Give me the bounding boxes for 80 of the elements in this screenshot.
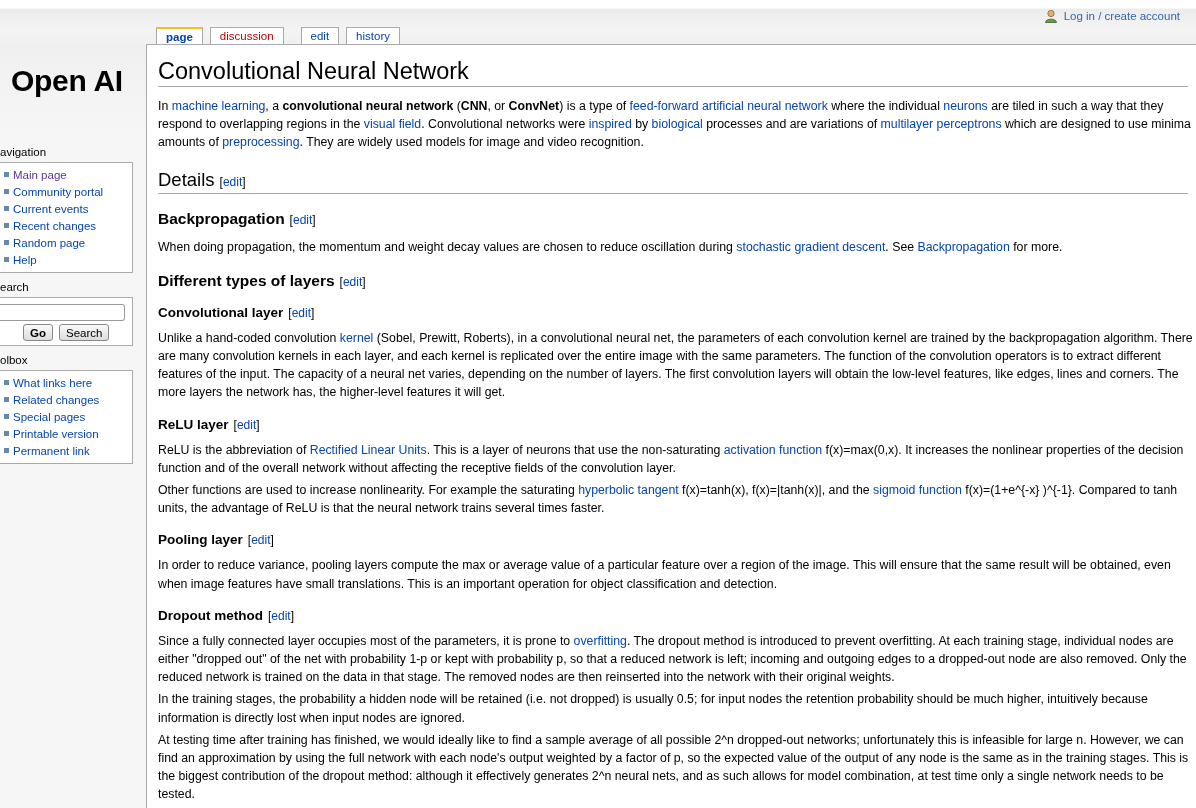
paragraph: At testing time after training has finished, we would ideally like to find a sample average of all possible 2^n dropped-out networks; unfortunately this is infeasible for large n. However, we can find an approximation by using the full network with each node's output weighted by a factor of p, so the expected value of the output of any node is the same as in the training stages. This is the biggest contribution of the dropout method: although it effectively generates 2^n neural nets, and as such allows for model combination, at test time only a single network needs to be tested. [158, 731, 1190, 804]
subsubsection-heading: Pooling layer [158, 532, 243, 548]
page-title: Convolutional Neural Network [158, 57, 1188, 87]
edit-link[interactable]: edit [271, 608, 291, 623]
bullet-icon [4, 257, 9, 262]
page-tab[interactable]: edit [300, 27, 340, 44]
edit-bracket: ] [362, 274, 366, 289]
sidebar-link[interactable]: Random page [13, 236, 86, 249]
edit-bracket: ] [270, 533, 274, 548]
edit-bracket: ] [256, 417, 260, 432]
sidebar-link[interactable]: Printable version [13, 427, 99, 440]
paragraph: In order to reduce variance, pooling layers compute the max or average value of a particular feature over a region of the image. This will ensure that the same result will be obtained, even when image features have small translations. This is an important operation for object classification and detection. [158, 557, 1172, 593]
bullet-icon [4, 448, 9, 453]
section-heading: Details [158, 168, 215, 190]
bullet-icon [4, 172, 9, 177]
login-link[interactable]: Log in / create account [1063, 10, 1180, 22]
sidebar-link[interactable]: Main page [13, 168, 67, 181]
edit-bracket: ] [290, 608, 295, 623]
bullet-icon [4, 240, 9, 245]
subsection-heading: Different types of layers [158, 271, 335, 289]
bullet-icon [4, 397, 9, 402]
edit-bracket: [ [339, 274, 343, 289]
sidebar-link[interactable]: Permanent link [13, 444, 90, 457]
search-button[interactable]: Search [59, 324, 110, 341]
portlet-title: earch [0, 281, 30, 295]
page-tab[interactable]: page [156, 27, 203, 44]
bullet-icon [4, 380, 9, 385]
edit-bracket: [ [233, 417, 237, 432]
paragraph: In the training stages, the probability a hidden node will be retained (i.e. not dropped) is usually 0.5; for input nodes the retention probability should be much higher, intuitively because information is directly lost when input nodes are ignored. [158, 691, 1149, 727]
edit-bracket: ] [311, 305, 315, 320]
subsection-heading: Backpropagation [158, 209, 285, 227]
sidebar-link[interactable]: Recent changes [13, 219, 97, 232]
bullet-icon [4, 206, 9, 211]
article-link[interactable]: biological [651, 117, 703, 132]
go-button[interactable]: Go [23, 324, 53, 341]
edit-bracket: [ [288, 305, 292, 320]
article-link[interactable]: preprocessing [222, 135, 300, 150]
search-field[interactable] [0, 304, 125, 321]
article-link[interactable]: overfitting [573, 633, 627, 648]
subsubsection-heading: ReLU layer [158, 416, 229, 432]
bullet-icon [4, 189, 9, 194]
paragraph: Unlike a hand-coded convolution kernel (Sobel, Prewitt, Roberts), in a convolutional neural net, the parameters of each convolution kernel are trained by the backpropagation algorithm. There are many convolution kernels in each layer, and each kernel is replicated over the entire image with the same parameters. The function of the convolution operators is to extract different features of the input. The capacity of a neural net varies, depending on the number of layers. The first convolution layers will obtain the low-level features, like edges, lines and corners. The more layers the network has, the higher-level features it will get. [158, 329, 1193, 402]
bullet-icon [4, 431, 9, 436]
subsubsection-heading: Dropout method [158, 607, 263, 623]
edit-bracket: [ [247, 533, 252, 548]
bullet-icon [4, 223, 9, 228]
sidebar-link[interactable]: Special pages [13, 410, 86, 423]
article-link[interactable]: neurons [943, 99, 988, 113]
article-link[interactable]: Rectified Linear Units [309, 442, 427, 457]
edit-bracket: [ [268, 608, 272, 623]
page-tab[interactable]: discussion [209, 27, 284, 44]
sidebar-link[interactable]: What links here [13, 376, 93, 389]
paragraph: ReLU is the abbreviation of Rectified Linear Units. This is a layer of neurons that use the non-saturating activation function f(x)=max(0,x). It increases the nonlinear properties of the decision function and of the overall network without affecting the receptive fields of the convolution layer. [158, 441, 1185, 477]
sidebar-link[interactable]: Related changes [13, 393, 100, 406]
edit-bracket: ] [242, 174, 246, 189]
article-link[interactable]: activation function [723, 442, 823, 457]
article-link[interactable]: kernel [339, 330, 374, 345]
edit-bracket: ] [312, 212, 316, 227]
article-link[interactable]: sigmoid function [873, 483, 962, 498]
sidebar-link[interactable]: Community portal [13, 185, 104, 198]
paragraph: In machine learning, a convolutional neural network (CNN, or ConvNet) is a type of feed-forward artificial neural network where the individual neurons are tiled in such a way that they respond to overlapping regions in the visual field. Convolutional networks were inspired by biological processes and are variations of multilayer perceptrons which are designed to use minima amounts of preprocessing. They are widely used models for image and video recognition. [158, 98, 1192, 152]
edit-bracket: [ [289, 212, 293, 227]
site-logo[interactable]: Open AI [11, 64, 146, 138]
edit-bracket: [ [219, 174, 223, 189]
page-tab[interactable]: history [346, 27, 400, 44]
article-link[interactable]: feed-forward artificial neural network [629, 99, 828, 113]
subsubsection-heading: Convolutional layer [158, 304, 284, 320]
article-link[interactable]: inspired [588, 117, 632, 132]
portlet-title: olbox [0, 354, 29, 368]
bullet-icon [4, 414, 9, 419]
portlet-title: avigation [0, 146, 48, 160]
sidebar-link[interactable]: Current events [13, 202, 89, 215]
sidebar-link[interactable]: Help [13, 253, 37, 266]
article-link[interactable]: hyperbolic tangent [578, 483, 679, 498]
paragraph: Other functions are used to increase nonlinearity. For example the saturating hyperbolic tangent f(x)=tanh(x), f(x)=|tanh(x)|, and the sigmoid function f(x)=(1+e^{-x} )^{-1}. Compared to tanh units, the advantage of ReLU is that the neural network trains several times faster. [158, 482, 1179, 518]
paragraph: When doing propagation, the momentum and weight decay values are chosen to reduce oscillation during stochastic gradient descent. See Backpropagation for more. [158, 238, 1064, 256]
user-icon [1043, 9, 1058, 23]
paragraph: Since a fully connected layer occupies most of the parameters, it is prone to overfitting. The dropout method is introduced to prevent overfitting. At each training stage, individual nodes are either "dropped out" of the net with probability 1-p or kept with probability p, so that a reduced network is left; incoming and outgoing edges to a dropped-out node are also removed. Only the reduced network is trained on the data in that stage. The removed nodes are then reinserted into the network with their original weights. [158, 632, 1188, 687]
article-link[interactable]: multilayer perceptrons [880, 117, 1002, 132]
article-link[interactable]: Backpropagation [917, 239, 1010, 254]
